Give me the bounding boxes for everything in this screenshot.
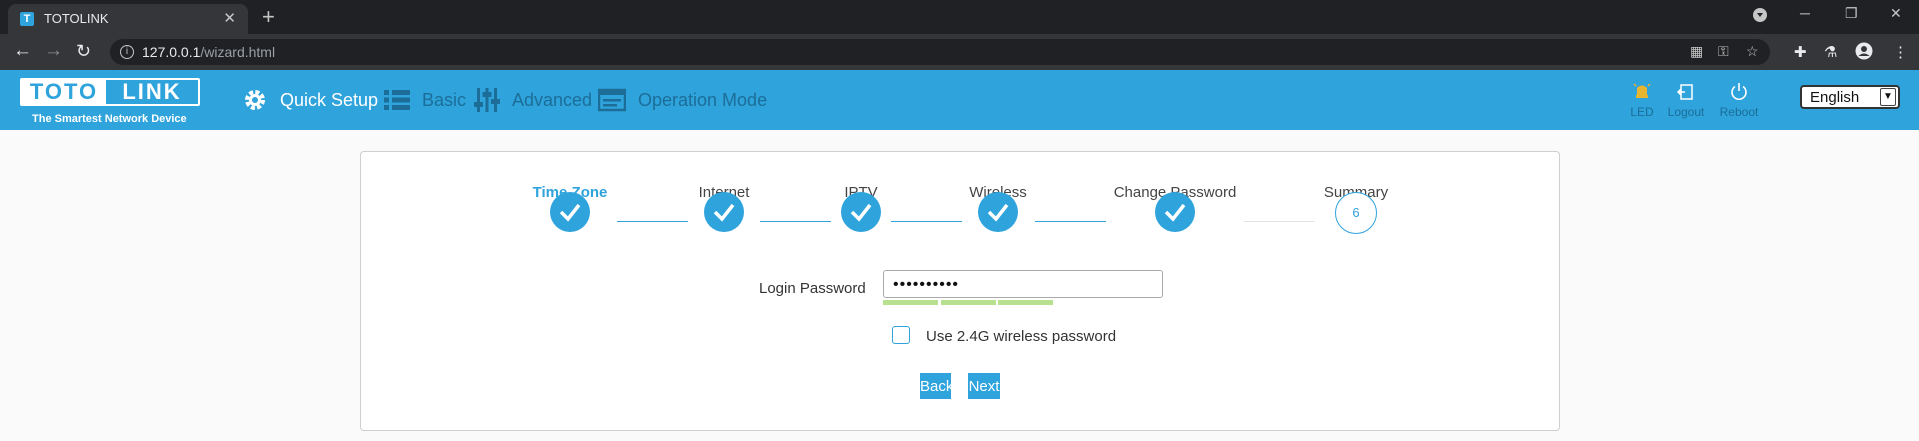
logout-button[interactable]: Logout bbox=[1661, 82, 1711, 119]
back-button[interactable]: Back bbox=[920, 373, 953, 399]
account-icon[interactable] bbox=[1855, 42, 1873, 64]
close-window-icon[interactable]: ✕ bbox=[1890, 5, 1902, 22]
profile-menu-icon[interactable] bbox=[1752, 7, 1768, 26]
led-label: LED bbox=[1630, 105, 1654, 119]
use-wireless-password-label[interactable]: Use 2.4G wireless password bbox=[926, 328, 1116, 345]
gear-icon bbox=[245, 90, 265, 110]
wizard-panel: Time Zone Internet IPTV Wireless Change … bbox=[360, 151, 1560, 431]
restore-icon[interactable]: ❐ bbox=[1845, 5, 1858, 22]
checkmark-icon bbox=[987, 203, 1009, 222]
step-4-done-circle[interactable] bbox=[978, 192, 1018, 232]
browser-titlebar: T TOTOLINK ✕ + ─ ❐ ✕ bbox=[0, 0, 1919, 34]
power-icon bbox=[1731, 83, 1747, 100]
menu-operation-mode[interactable]: Operation Mode bbox=[598, 87, 767, 113]
step-connector bbox=[760, 221, 831, 222]
window-icon bbox=[598, 88, 626, 112]
close-tab-icon[interactable]: ✕ bbox=[223, 9, 236, 27]
menu-basic[interactable]: Basic bbox=[384, 87, 466, 113]
bookmark-star-icon[interactable]: ☆ bbox=[1746, 43, 1759, 60]
new-tab-icon[interactable]: + bbox=[262, 4, 275, 30]
next-button[interactable]: Next bbox=[968, 373, 1000, 399]
step-connector bbox=[1035, 221, 1106, 222]
logo-left-text: TOTO bbox=[22, 80, 106, 104]
tab-title: TOTOLINK bbox=[44, 11, 109, 26]
logout-icon bbox=[1676, 84, 1693, 100]
menu-label: Advanced bbox=[512, 89, 593, 110]
password-strength-bar bbox=[998, 300, 1053, 305]
step-connector bbox=[617, 221, 688, 222]
checkmark-icon bbox=[850, 203, 872, 222]
step-connector bbox=[1244, 221, 1315, 222]
reload-icon[interactable]: ↻ bbox=[76, 41, 91, 61]
chevron-down-icon: ▼ bbox=[1880, 88, 1896, 106]
step-2-done-circle[interactable] bbox=[704, 192, 744, 232]
step-connector bbox=[891, 221, 962, 222]
checkmark-icon bbox=[559, 203, 581, 222]
menu-label: Quick Setup bbox=[280, 89, 379, 110]
forward-arrow-icon[interactable]: → bbox=[44, 41, 63, 61]
logo-right-text: LINK bbox=[122, 79, 182, 104]
reboot-label: Reboot bbox=[1719, 105, 1759, 119]
logo-tagline: The Smartest Network Device bbox=[32, 113, 187, 125]
favicon-icon: T bbox=[20, 12, 34, 26]
led-icon bbox=[1633, 83, 1651, 98]
password-strength-bar bbox=[941, 300, 996, 305]
checkmark-icon bbox=[1164, 203, 1186, 222]
list-icon bbox=[384, 90, 410, 110]
minimize-icon[interactable]: ─ bbox=[1800, 5, 1810, 21]
sliders-icon bbox=[474, 88, 500, 112]
extensions-icon[interactable]: ✚ bbox=[1794, 43, 1807, 61]
step-6-circle[interactable]: 6 bbox=[1335, 192, 1377, 234]
reboot-button[interactable]: Reboot bbox=[1714, 82, 1764, 119]
step-5-done-circle[interactable] bbox=[1155, 192, 1195, 232]
menu-label: Basic bbox=[422, 89, 467, 110]
logout-label: Logout bbox=[1667, 105, 1705, 119]
browser-toolbar: ← → ↻ i 127.0.0.1/wizard.html ▦ ⚿ ☆ ✚ ⚗ … bbox=[0, 34, 1919, 70]
url-text: 127.0.0.1/wizard.html bbox=[142, 44, 276, 60]
language-select[interactable]: English ▼ bbox=[1800, 85, 1900, 109]
menu-label: Operation Mode bbox=[638, 89, 768, 110]
router-header: TOTO LINK The Smartest Network Device Qu… bbox=[0, 70, 1919, 130]
site-info-icon[interactable]: i bbox=[120, 45, 134, 59]
checkmark-icon bbox=[713, 203, 735, 222]
led-button[interactable]: LED bbox=[1617, 82, 1667, 119]
browser-tab[interactable]: T TOTOLINK ✕ bbox=[8, 4, 248, 34]
key-icon[interactable]: ⚿ bbox=[1718, 43, 1729, 60]
step-3-done-circle[interactable] bbox=[841, 192, 881, 232]
use-wireless-password-checkbox[interactable] bbox=[892, 326, 910, 344]
menu-quick-setup[interactable]: Quick Setup bbox=[242, 87, 378, 113]
back-arrow-icon[interactable]: ← bbox=[13, 41, 32, 61]
password-strength-bar bbox=[883, 300, 938, 305]
qr-code-icon[interactable]: ▦ bbox=[1690, 43, 1703, 60]
browser-menu-icon[interactable]: ⋮ bbox=[1893, 43, 1908, 61]
address-bar[interactable]: i 127.0.0.1/wizard.html ▦ ⚿ ☆ bbox=[110, 39, 1770, 65]
login-password-label: Login Password bbox=[759, 280, 866, 297]
language-value: English bbox=[1810, 89, 1860, 106]
menu-advanced[interactable]: Advanced bbox=[474, 87, 592, 113]
step-1-done-circle[interactable] bbox=[550, 192, 590, 232]
labs-flask-icon[interactable]: ⚗ bbox=[1824, 43, 1837, 61]
login-password-input[interactable]: •••••••••• bbox=[883, 270, 1163, 298]
totolink-logo: TOTO LINK bbox=[20, 78, 200, 106]
